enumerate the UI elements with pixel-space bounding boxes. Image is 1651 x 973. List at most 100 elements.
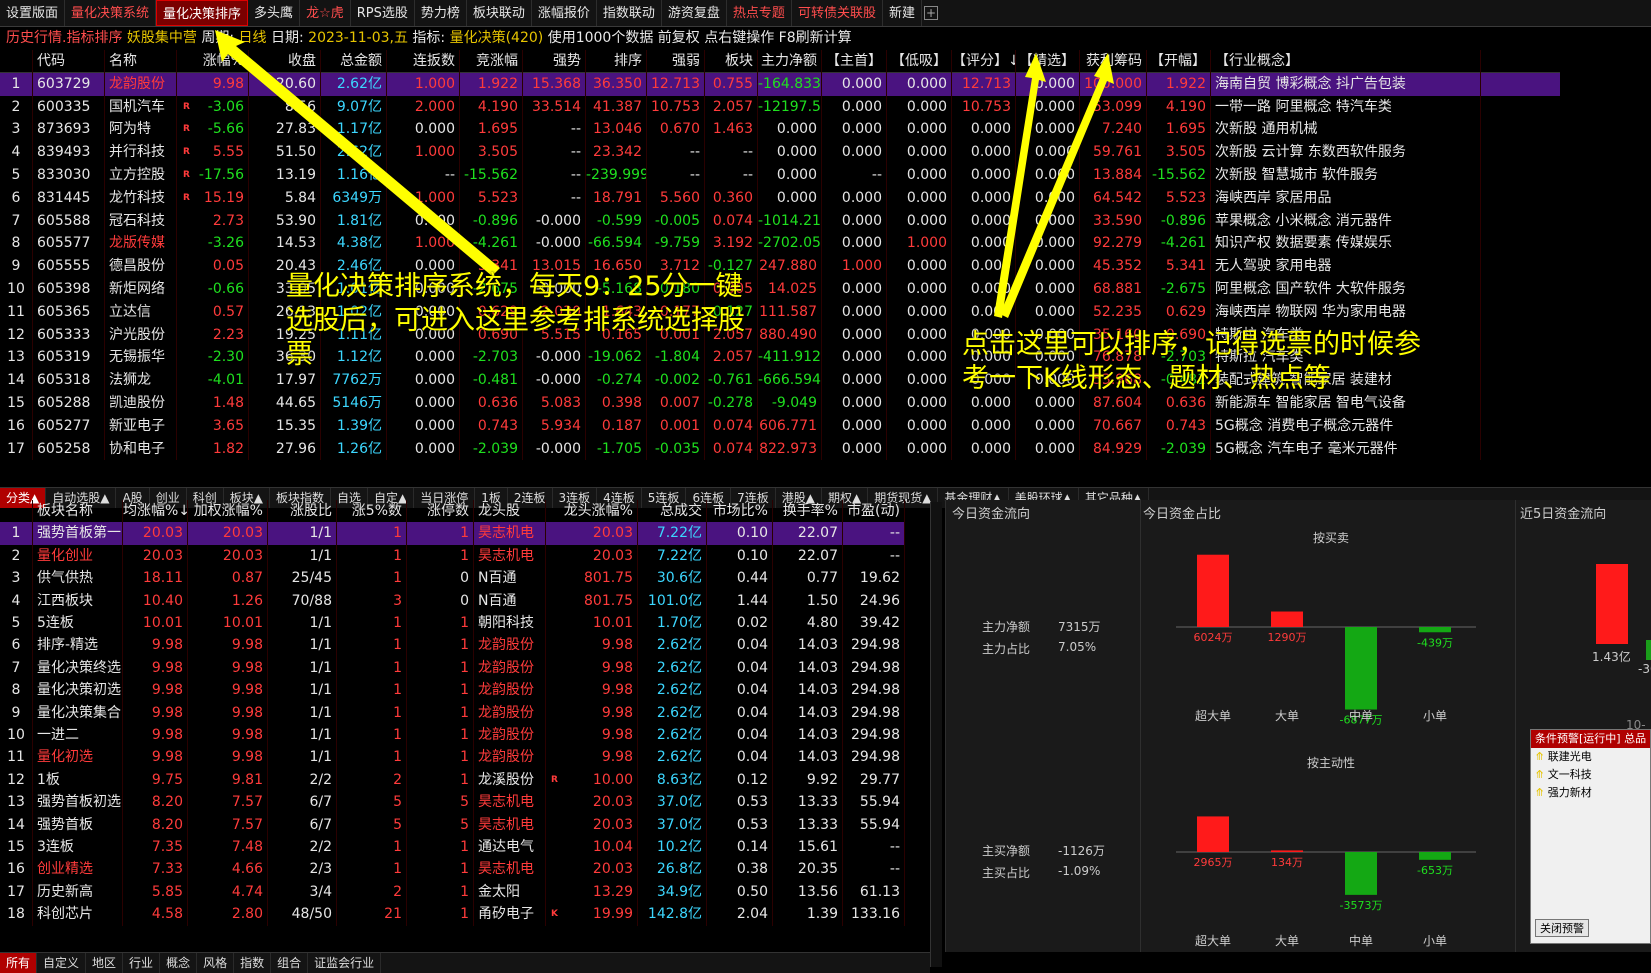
alert-item[interactable]: ⤊ 文一科技	[1531, 766, 1650, 784]
column-header[interactable]: 龙头涨幅%	[546, 500, 638, 523]
column-header[interactable]: 【精选】	[1016, 50, 1080, 73]
table-row[interactable]: 9 605555 德昌股份 0.05 20.43 2.46亿 0.000 5.341 13.01…	[0, 255, 1560, 278]
bottom-tab[interactable]: 地区	[86, 953, 124, 973]
top-tab[interactable]: 量化决策排序	[156, 0, 249, 26]
top-tab[interactable]: 多头鹰	[248, 0, 301, 26]
add-tab-icon[interactable]: +	[923, 6, 938, 20]
sector-table-scrollbar[interactable]	[930, 502, 942, 967]
table-row[interactable]: 7 605588 冠石科技 2.73 53.90 1.81亿 0.000 -0.896 -0.0…	[0, 209, 1560, 233]
top-tab[interactable]: 新建	[883, 0, 922, 26]
table-row[interactable]: 6 排序-精选 9.98 9.98 1/1 1 1 龙韵股份 9.98 2.62亿 0.04 14.0…	[0, 634, 905, 658]
table-row[interactable]: 8 量化决策初选 9.98 9.98 1/1 1 1 龙韵股份 9.98 2.62亿 0.04 14.…	[0, 679, 905, 702]
bottom-tab[interactable]: 概念	[160, 953, 198, 973]
column-header[interactable]: 涨幅%	[177, 50, 249, 73]
top-tab[interactable]: 游资复盘	[662, 0, 727, 26]
top-tab[interactable]: 设置版面	[0, 0, 66, 26]
table-row[interactable]: 7 量化决策终选 9.98 9.98 1/1 1 1 龙韵股份 9.98 2.62亿 0.04 14.…	[0, 656, 905, 680]
top-tab[interactable]: 指数联动	[597, 0, 662, 26]
column-header[interactable]: 收盘	[249, 50, 321, 73]
column-header[interactable]: 板块名称	[33, 500, 123, 523]
column-header[interactable]: 主力净额	[758, 50, 822, 73]
column-header[interactable]: 总成交	[638, 500, 707, 523]
column-header[interactable]: 【评分】↓	[952, 50, 1016, 73]
column-header[interactable]: 【开幅】	[1147, 50, 1211, 73]
table-row[interactable]: 11 量化初选 9.98 9.98 1/1 1 1 龙韵股份 9.98 2.62亿 0.04 14.0…	[0, 746, 905, 770]
column-header[interactable]	[0, 500, 33, 523]
data-label: 134万	[1271, 856, 1303, 869]
column-header[interactable]	[0, 50, 33, 73]
top-tab[interactable]: 量化决策系统	[65, 0, 157, 26]
table-row[interactable]: 4 江西板块 10.40 1.26 70/88 3 0 N百通 801.75 101.0亿 1.44…	[0, 589, 905, 613]
table-cell: 强势首板初选	[33, 791, 123, 814]
table-row[interactable]: 13 强势首板初选 8.20 7.57 6/7 5 5 昊志机电 20.03 37.0亿 0.53 1…	[0, 791, 905, 814]
table-cell: 2.000	[387, 95, 460, 119]
bottom-tab[interactable]: 自定义	[37, 953, 87, 973]
table-row[interactable]: 16 605277 新亚电子 3.65 15.35 1.39亿 0.000 0.743 5.93…	[0, 414, 1560, 438]
top-tab[interactable]: 龙☆虎	[300, 0, 351, 26]
table-row[interactable]: 8 605577 龙版传媒 -3.26 14.53 4.38亿 1.000 -4.261 -0.…	[0, 232, 1560, 256]
table-row[interactable]: 3 873693 阿为特 -5.66 27.83 1.17亿 0.000 1.695 -- 13.…	[0, 118, 1560, 142]
table-cell: 14.53	[249, 232, 321, 256]
table-row[interactable]: 9 量化决策集合 9.98 9.98 1/1 1 1 龙韵股份 9.98 2.62亿 0.04 14.…	[0, 701, 905, 725]
table-row[interactable]: 2 量化创业 20.03 20.03 1/1 1 1 昊志机电 20.03 7.22亿 0.10 22…	[0, 544, 905, 568]
table-row[interactable]: 2 600335 国机汽车 -3.06 8.56 9.07亿 2.000 4.190 33.51…	[0, 95, 1560, 119]
table-row[interactable]: 10 605398 新炬网络 -0.66 33.05 1.01亿 0.000 -2.675 -0…	[0, 278, 1560, 301]
table-row[interactable]: 14 强势首板 8.20 7.57 6/7 5 5 昊志机电 20.03 37.0亿 0.53 13.…	[0, 813, 905, 837]
column-header[interactable]: 【主首】	[822, 50, 887, 73]
column-header[interactable]: 竞涨幅	[460, 50, 523, 73]
column-header[interactable]: 涨5%数	[337, 500, 407, 523]
column-header[interactable]: 加权涨幅%	[188, 500, 268, 523]
top-tab[interactable]: RPS选股	[351, 0, 415, 26]
column-header[interactable]: 排序	[586, 50, 647, 73]
table-row[interactable]: 12 1板 9.75 9.81 2/2 2 1 龙溪股份 10.00 8.63亿 0.12 9.92 2…	[0, 768, 905, 792]
alert-item[interactable]: ⤊ 联建光电	[1531, 748, 1650, 766]
table-row[interactable]: 16 创业精选 7.33 4.66 2/3 1 1 昊志机电 20.03 26.8亿 0.38 20.…	[0, 858, 905, 882]
column-header[interactable]: 代码	[33, 50, 105, 73]
column-header[interactable]: 获利筹码	[1080, 50, 1147, 73]
table-cell: 并行科技	[105, 141, 177, 164]
column-header[interactable]: 【行业概念】	[1211, 50, 1481, 73]
top-tab[interactable]: 板块联动	[467, 0, 532, 26]
bottom-tab[interactable]: 指数	[234, 953, 272, 973]
table-row[interactable]: 17 历史新高 5.85 4.74 3/4 2 1 金太阳 13.29 34.9亿 0.50 13.5…	[0, 880, 905, 904]
top-tab[interactable]: 可转债关联股	[792, 0, 883, 26]
column-header[interactable]: 【低吸】	[887, 50, 952, 73]
table-row[interactable]: 11 605365 立达信 0.57 26.13 1.02亿 0.000 0.629 2.030…	[0, 300, 1560, 324]
table-cell: --	[843, 836, 905, 859]
column-header[interactable]: 涨停数	[407, 500, 474, 523]
bottom-tab[interactable]: 风格	[197, 953, 235, 973]
column-header[interactable]: 市场比%	[707, 500, 773, 523]
column-header[interactable]: 均涨幅%↓	[123, 500, 188, 523]
column-header[interactable]: 连扳数	[387, 50, 460, 73]
column-header[interactable]: 强弱	[647, 50, 705, 73]
bottom-tab[interactable]: 所有	[0, 953, 38, 973]
close-alert-button[interactable]: 关闭预警	[1535, 919, 1589, 937]
table-row[interactable]: 17 605258 协和电子 1.82 27.96 1.26亿 0.000 -2.039 -0.…	[0, 437, 1560, 461]
top-tab[interactable]: 势力榜	[415, 0, 467, 26]
bottom-tab[interactable]: 行业	[123, 953, 161, 973]
top-tab[interactable]: 热点专题	[727, 0, 792, 26]
table-row[interactable]: 1 603729 龙韵股份 9.98 20.60 2.62亿 1.000 1.922 15.36…	[0, 72, 1560, 96]
column-header[interactable]: 市盈(动)	[843, 500, 905, 523]
table-row[interactable]: 5 833030 立方控股 -17.56 13.19 1.16亿 -- -15.562 -- -2…	[0, 164, 1560, 187]
table-row[interactable]: 1 强势首板第一 20.03 20.03 1/1 1 1 昊志机电 20.03 7.22亿 0.10…	[0, 522, 905, 546]
column-header[interactable]: 涨股比	[268, 500, 337, 523]
column-header[interactable]: 名称	[105, 50, 177, 73]
table-row[interactable]: 3 供气供热 18.11 0.87 25/45 1 0 N百通 801.75 30.6亿 0.44 0…	[0, 567, 905, 590]
table-row[interactable]: 5 5连板 10.01 10.01 1/1 1 1 朝阳科技 10.01 1.70亿 0.02 4.8…	[0, 612, 905, 635]
bottom-tab[interactable]: 组合	[271, 953, 309, 973]
table-row[interactable]: 6 831445 龙竹科技 15.19 5.84 6349万 1.000 5.523 -- 18.…	[0, 186, 1560, 210]
top-tab[interactable]: 涨幅报价	[532, 0, 597, 26]
alert-item[interactable]: ⤊ 强力新材	[1531, 784, 1650, 802]
column-header[interactable]: 强势	[523, 50, 586, 73]
column-header[interactable]: 总金额	[321, 50, 387, 73]
table-row[interactable]: 15 3连板 7.35 7.48 2/2 1 1 通达电气 10.04 10.2亿 0.14 15.6…	[0, 836, 905, 859]
column-header[interactable]: 换手率%	[773, 500, 843, 523]
table-row[interactable]: 4 839493 并行科技 5.55 51.50 2.62亿 1.000 3.505 -- 23.…	[0, 141, 1560, 164]
table-row[interactable]: 10 一进二 9.98 9.98 1/1 1 1 龙韵股份 9.98 2.62亿 0.04 14.03…	[0, 724, 905, 747]
column-header[interactable]: 龙头股	[474, 500, 546, 523]
bottom-tab[interactable]: 证监会行业	[308, 953, 382, 973]
table-row[interactable]: 18 科创芯片 4.58 2.80 48/50 21 1 甬矽电子 19.99 142.8亿 2.0…	[0, 903, 905, 926]
table-cell: -0.035	[647, 437, 705, 461]
column-header[interactable]: 板块	[705, 50, 758, 73]
